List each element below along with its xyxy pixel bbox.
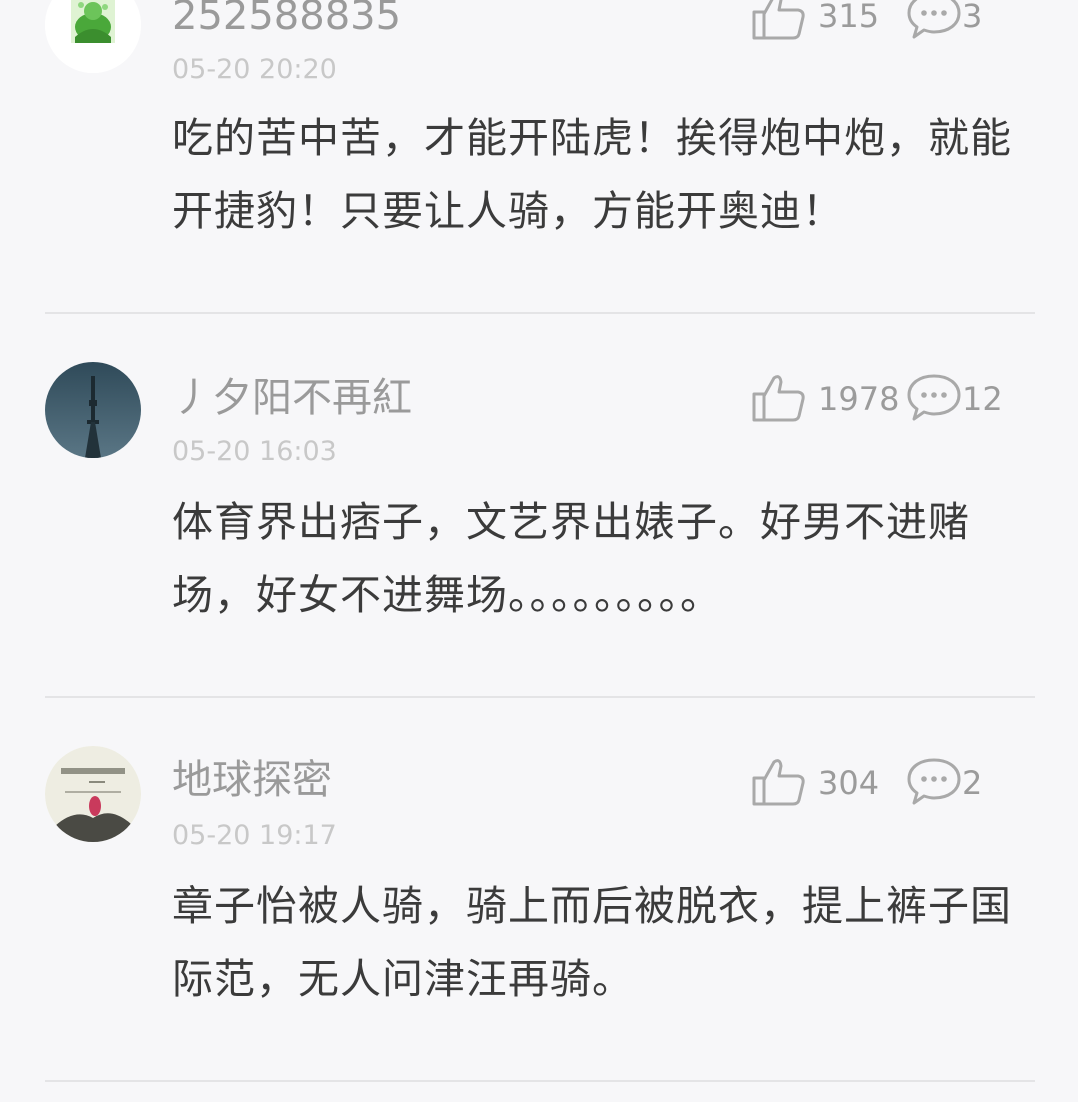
username[interactable]: 丿夕阳不再紅: [172, 378, 412, 418]
speech-bubble-icon[interactable]: [905, 756, 963, 808]
like-count: 1978: [818, 380, 900, 418]
avatar[interactable]: [45, 0, 141, 73]
tower-avatar-icon: [45, 362, 141, 458]
ink-painting-avatar-icon: [45, 746, 141, 842]
timestamp: 05-20 20:20: [172, 54, 337, 85]
thumbs-up-icon[interactable]: [750, 0, 808, 42]
divider: [45, 696, 1035, 698]
reply-count: 3: [962, 0, 983, 35]
avatar[interactable]: [45, 362, 141, 458]
like-count: 304: [818, 764, 880, 802]
comment-text: 体育界出痞子，文艺界出婊子。好男不进赌场，好女不进舞场。。。。。。。。。: [172, 498, 970, 619]
username[interactable]: 252588835: [172, 0, 401, 36]
reply-count: 2: [962, 764, 983, 802]
speech-bubble-icon[interactable]: [905, 0, 963, 42]
username[interactable]: 地球探密: [172, 760, 332, 800]
like-count: 315: [818, 0, 880, 35]
speech-bubble-icon[interactable]: [905, 372, 963, 424]
thumbs-up-icon[interactable]: [750, 756, 808, 808]
timestamp: 05-20 16:03: [172, 436, 337, 467]
timestamp: 05-20 19:17: [172, 820, 337, 851]
green-figure-avatar-icon: [45, 0, 141, 73]
thumbs-up-icon[interactable]: [750, 372, 808, 424]
comment-text: 章子怡被人骑，骑上而后被脱衣，提上裤子国际范，无人问津汪再骑。: [172, 882, 1012, 1003]
comment-feed: 252588835 315 3 05-20 20:20 吃的苦中苦，才能开陆虎！…: [0, 0, 1078, 1102]
divider: [45, 1080, 1035, 1082]
divider: [45, 312, 1035, 314]
reply-count: 12: [962, 380, 1003, 418]
comment-text: 吃的苦中苦，才能开陆虎！挨得炮中炮，就能开捷豹！只要让人骑，方能开奥迪！: [172, 114, 1012, 235]
avatar[interactable]: [45, 746, 141, 842]
